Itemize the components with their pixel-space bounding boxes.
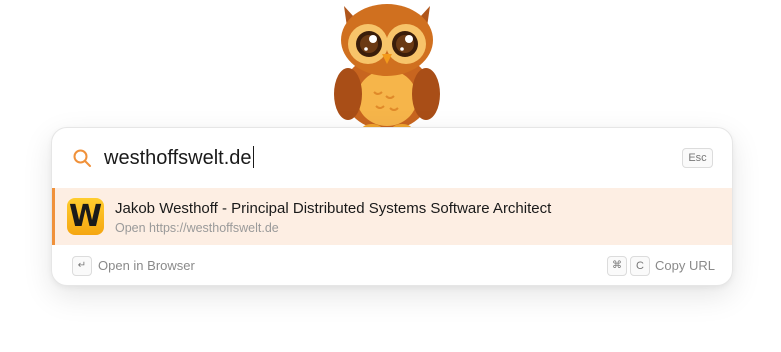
result-title: Jakob Westhoff - Principal Distributed S… <box>115 200 552 217</box>
text-caret <box>252 146 254 168</box>
search-input[interactable]: westhoffswelt.de <box>104 144 254 172</box>
command-key-icon: ⌘ <box>607 256 627 276</box>
search-bar[interactable]: westhoffswelt.de Esc <box>52 128 732 189</box>
launcher-panel: westhoffswelt.de Esc W Jakob Westhoff - … <box>51 127 733 286</box>
search-query-text: westhoffswelt.de <box>104 147 252 169</box>
c-key-hint: C <box>630 256 650 276</box>
copy-url-action[interactable]: Copy URL <box>655 257 715 275</box>
launcher-stage: westhoffswelt.de Esc W Jakob Westhoff - … <box>0 0 781 352</box>
action-footer: ↵ Open in Browser ⌘ C Copy URL <box>52 245 732 285</box>
enter-key-icon: ↵ <box>72 256 92 276</box>
result-item-selected[interactable]: W Jakob Westhoff - Principal Distributed… <box>52 188 732 245</box>
result-subtitle: Open https://westhoffswelt.de <box>115 221 279 235</box>
owl-mascot-icon <box>334 4 440 134</box>
escape-key-hint[interactable]: Esc <box>682 148 713 168</box>
search-icon <box>73 149 91 167</box>
open-in-browser-action[interactable]: Open in Browser <box>98 257 195 275</box>
westhoffswelt-logo-icon: W <box>67 198 104 235</box>
